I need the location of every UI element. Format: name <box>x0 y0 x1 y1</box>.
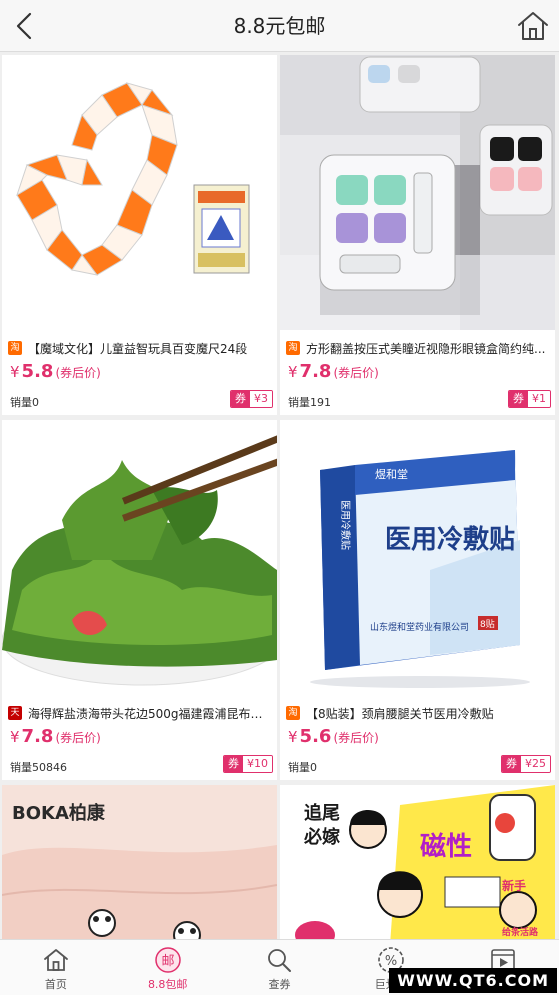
tab-free-shipping[interactable]: 邮 8.8包邮 <box>112 940 224 995</box>
svg-text:新手: 新手 <box>502 878 526 893</box>
product-title-text: 【8贴装】颈肩腰腿关节医用冷敷贴 <box>306 706 494 721</box>
coupon-price: ¥ 7.8 (券后价) <box>288 361 379 382</box>
price-after-coupon-label: (券后价) <box>55 366 101 380</box>
product-grid: 淘 【魔域文化】儿童益智玩具百变魔尺24段 ¥ 5.8 (券后价) 销量0 券 … <box>0 53 559 939</box>
svg-text:磁性: 磁性 <box>420 831 472 862</box>
price-value: 5.6 <box>299 726 332 747</box>
coupon-value: ¥1 <box>528 391 550 407</box>
svg-text:给条活路: 给条活路 <box>502 926 539 938</box>
product-image-lens-case[interactable] <box>280 55 555 330</box>
coupon-badge[interactable]: 券 ¥10 <box>223 755 273 773</box>
product-image-car-sticker[interactable]: 追尾 必嫁 磁性 新手 给条活路 <box>280 785 555 939</box>
product-image-blanket[interactable]: BOKA柏康 <box>2 785 277 939</box>
site-watermark: WWW.QT6.COM <box>389 968 557 993</box>
product-title[interactable]: 天 海得辉盐渍海带头花边500g福建霞浦昆布片... <box>8 702 271 724</box>
product-title[interactable]: 淘 【魔域文化】儿童益智玩具百变魔尺24段 <box>8 337 271 359</box>
product-image-cold-patch[interactable]: 煜和堂 医用冷敷贴 医用冷敷贴 山东煜和堂药业有限公司 8贴 <box>280 420 555 695</box>
taobao-badge-icon: 淘 <box>286 341 300 355</box>
coupon-label: 券 <box>224 756 243 772</box>
svg-text:邮: 邮 <box>161 954 174 969</box>
svg-text:煜和堂: 煜和堂 <box>375 468 408 481</box>
price-after-coupon-label: (券后价) <box>333 366 379 380</box>
product-card[interactable]: BOKA柏康 <box>2 785 277 939</box>
mail-icon: 邮 <box>154 947 181 973</box>
product-card[interactable]: 淘 【魔域文化】儿童益智玩具百变魔尺24段 ¥ 5.8 (券后价) 销量0 券 … <box>2 55 277 415</box>
tmall-badge-icon: 天 <box>8 706 22 720</box>
taobao-badge-icon: 淘 <box>286 706 300 720</box>
coupon-badge[interactable]: 券 ¥25 <box>501 755 551 773</box>
tab-label: 首页 <box>44 978 67 991</box>
sales-count: 销量0 <box>288 761 317 774</box>
coupon-price: ¥ 5.8 (券后价) <box>10 361 101 382</box>
svg-text:必嫁: 必嫁 <box>303 826 340 848</box>
product-image-magic-snake[interactable] <box>2 55 277 330</box>
top-navigation-bar: 8.8元包邮 <box>0 0 559 52</box>
svg-text:8贴: 8贴 <box>480 618 495 630</box>
tab-label: 查券 <box>268 978 291 991</box>
taobao-badge-icon: 淘 <box>8 341 22 355</box>
svg-text:追尾: 追尾 <box>304 802 340 824</box>
coupon-value: ¥3 <box>250 391 272 407</box>
product-title-text: 海得辉盐渍海带头花边500g福建霞浦昆布片... <box>28 706 271 721</box>
price-value: 5.8 <box>21 361 54 382</box>
page-title: 8.8元包邮 <box>233 14 326 38</box>
product-title-text: 【魔域文化】儿童益智玩具百变魔尺24段 <box>28 341 248 356</box>
home-icon[interactable] <box>515 8 551 44</box>
price-value: 7.8 <box>21 726 54 747</box>
product-title[interactable]: 淘 方形翻盖按压式美瞳近视隐形眼镜盒简约纯... <box>286 337 549 359</box>
product-card[interactable]: 淘 方形翻盖按压式美瞳近视隐形眼镜盒简约纯... ¥ 7.8 (券后价) 销量1… <box>280 55 555 415</box>
svg-text:BOKA柏康: BOKA柏康 <box>12 802 106 824</box>
product-card[interactable]: 煜和堂 医用冷敷贴 医用冷敷贴 山东煜和堂药业有限公司 8贴 淘 【8贴装】颈肩… <box>280 420 555 780</box>
coupon-badge[interactable]: 券 ¥1 <box>508 390 551 408</box>
coupon-value: ¥25 <box>521 756 550 772</box>
coupon-label: 券 <box>231 391 250 407</box>
product-title-text: 方形翻盖按压式美瞳近视隐形眼镜盒简约纯... <box>306 341 546 356</box>
coupon-value: ¥10 <box>243 756 272 772</box>
tab-label: 8.8包邮 <box>147 978 188 991</box>
svg-text:%: % <box>385 954 397 969</box>
sales-count: 销量50846 <box>10 761 67 774</box>
price-after-coupon-label: (券后价) <box>55 731 101 745</box>
sales-count: 销量0 <box>10 396 39 409</box>
svg-text:医用冷敷贴: 医用冷敷贴 <box>385 524 515 555</box>
home-icon <box>43 949 68 971</box>
coupon-label: 券 <box>502 756 521 772</box>
search-icon <box>268 949 292 972</box>
tab-check-coupon[interactable]: 查券 <box>224 940 336 995</box>
coupon-label: 券 <box>509 391 528 407</box>
product-title[interactable]: 淘 【8贴装】颈肩腰腿关节医用冷敷贴 <box>286 702 549 724</box>
sales-count: 销量191 <box>288 396 331 409</box>
svg-text:医用冷敷贴: 医用冷敷贴 <box>339 500 352 550</box>
coupon-price: ¥ 5.6 (券后价) <box>288 726 379 747</box>
price-value: 7.8 <box>299 361 332 382</box>
coupon-price: ¥ 7.8 (券后价) <box>10 726 101 747</box>
product-image-seaweed[interactable] <box>2 420 277 695</box>
bottom-tab-bar: 首页 邮 8.8包邮 查券 % 巨划算 视频 WWW.QT6.COM <box>0 939 559 995</box>
svg-text:山东煜和堂药业有限公司: 山东煜和堂药业有限公司 <box>370 621 469 633</box>
product-card[interactable]: 追尾 必嫁 磁性 新手 给条活路 <box>280 785 555 939</box>
price-after-coupon-label: (券后价) <box>333 731 379 745</box>
tab-home[interactable]: 首页 <box>0 940 112 995</box>
product-card[interactable]: 天 海得辉盐渍海带头花边500g福建霞浦昆布片... ¥ 7.8 (券后价) 销… <box>2 420 277 780</box>
coupon-badge[interactable]: 券 ¥3 <box>230 390 273 408</box>
